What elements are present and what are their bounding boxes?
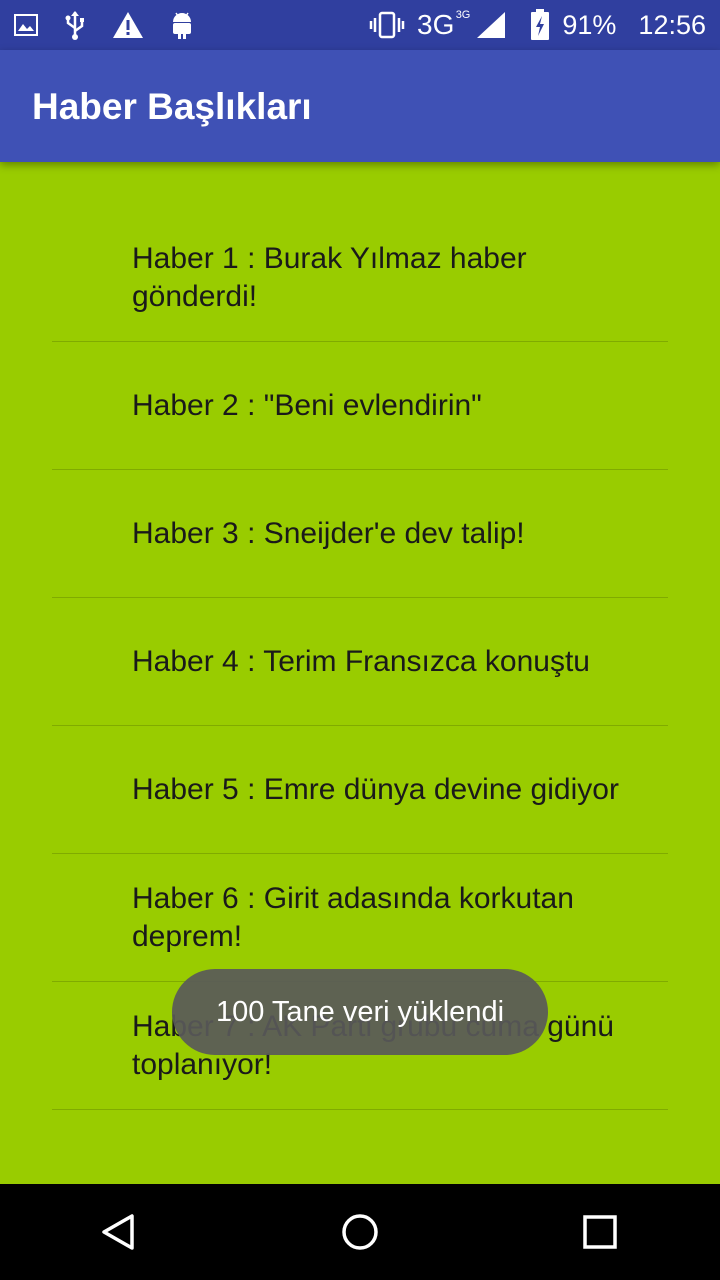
page-title: Haber Başlıkları <box>32 86 312 127</box>
list-item-3[interactable]: Haber 3 : Sneijder'e dev talip! <box>52 470 668 598</box>
battery-icon <box>531 9 550 40</box>
recents-icon <box>583 1215 617 1249</box>
signal-icon <box>477 12 506 38</box>
status-icons-left <box>14 10 194 40</box>
usb-icon <box>65 11 84 40</box>
list-item-label: Haber 2 : "Beni evlendirin" <box>132 388 482 422</box>
toast-text: 100 Tane veri yüklendi <box>215 995 505 1028</box>
android-icon <box>173 12 191 39</box>
toast-message: 100 Tane veri yüklendi <box>172 969 548 1055</box>
back-icon <box>102 1214 134 1250</box>
list-item-4[interactable]: Haber 4 : Terim Fransızca konuştu <box>52 598 668 726</box>
back-button[interactable] <box>80 1192 160 1272</box>
clock: 12:56 <box>638 9 706 40</box>
list-item-label: Haber 3 : Sneijder'e dev talip! <box>132 516 525 550</box>
list-item-1[interactable]: Haber 1 : Burak Yılmaz haber gönderdi! <box>52 214 668 342</box>
app-bar: Haber Başlıkları <box>0 50 720 162</box>
navigation-bar <box>0 1184 720 1280</box>
home-button[interactable] <box>320 1192 400 1272</box>
list-item-2[interactable]: Haber 2 : "Beni evlendirin" <box>52 342 668 470</box>
battery-percent: 91% <box>562 9 617 40</box>
network-type: 3G 3G <box>417 9 471 40</box>
status-bar: 3G 3G 91% 12:56 <box>0 0 720 50</box>
list-item-label: Haber 4 : Terim Fransızca konuştu <box>132 644 590 678</box>
list-item-label: Haber 6 : Girit adasında korkutan deprem… <box>132 881 574 953</box>
recents-button[interactable] <box>560 1192 640 1272</box>
home-icon <box>342 1214 378 1250</box>
list-item-6[interactable]: Haber 6 : Girit adasında korkutan deprem… <box>52 854 668 982</box>
image-icon <box>14 14 38 36</box>
warning-icon <box>113 12 143 38</box>
list-item-label: Haber 5 : Emre dünya devine gidiyor <box>132 772 619 806</box>
vibrate-icon <box>369 11 405 39</box>
status-icons-right: 3G 3G 91% 12:56 <box>369 9 706 41</box>
list-item-5[interactable]: Haber 5 : Emre dünya devine gidiyor <box>52 726 668 854</box>
list-item-label: Haber 1 : Burak Yılmaz haber gönderdi! <box>132 241 527 313</box>
